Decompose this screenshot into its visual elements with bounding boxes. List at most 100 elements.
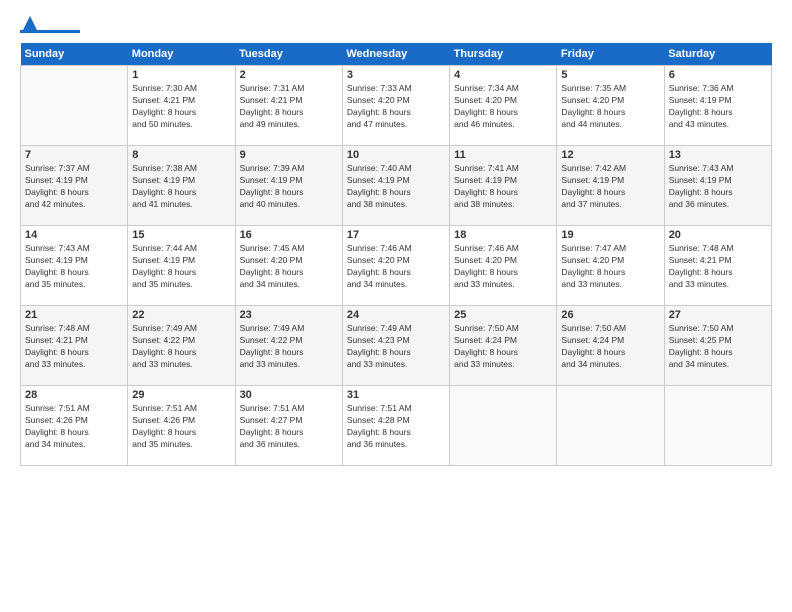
- logo: [20, 18, 80, 33]
- calendar-cell: [450, 386, 557, 466]
- day-info: Sunrise: 7:51 AM Sunset: 4:28 PM Dayligh…: [347, 403, 445, 451]
- day-number: 6: [669, 69, 767, 81]
- calendar-week-4: 21 Sunrise: 7:48 AM Sunset: 4:21 PM Dayli…: [21, 306, 772, 386]
- day-number: 27: [669, 309, 767, 321]
- calendar-header-row: SundayMondayTuesdayWednesdayThursdayFrid…: [21, 43, 772, 66]
- day-info: Sunrise: 7:48 AM Sunset: 4:21 PM Dayligh…: [25, 323, 123, 371]
- calendar-cell: 8 Sunrise: 7:38 AM Sunset: 4:19 PM Daylig…: [128, 146, 235, 226]
- weekday-header-sunday: Sunday: [21, 43, 128, 66]
- day-number: 3: [347, 69, 445, 81]
- day-info: Sunrise: 7:31 AM Sunset: 4:21 PM Dayligh…: [240, 83, 338, 131]
- day-info: Sunrise: 7:49 AM Sunset: 4:23 PM Dayligh…: [347, 323, 445, 371]
- day-number: 16: [240, 229, 338, 241]
- day-info: Sunrise: 7:50 AM Sunset: 4:24 PM Dayligh…: [561, 323, 659, 371]
- day-info: Sunrise: 7:51 AM Sunset: 4:26 PM Dayligh…: [132, 403, 230, 451]
- calendar-cell: 10 Sunrise: 7:40 AM Sunset: 4:19 PM Dayli…: [342, 146, 449, 226]
- day-number: 30: [240, 389, 338, 401]
- calendar-cell: 18Sunrise: 7:46 AM Sunset: 4:20 PM Dayli…: [450, 226, 557, 306]
- weekday-header-saturday: Saturday: [664, 43, 771, 66]
- day-info: Sunrise: 7:41 AM Sunset: 4:19 PM Dayligh…: [454, 163, 552, 211]
- day-info: Sunrise: 7:38 AM Sunset: 4:19 PM Dayligh…: [132, 163, 230, 211]
- calendar-cell: 28 Sunrise: 7:51 AM Sunset: 4:26 PM Dayli…: [21, 386, 128, 466]
- day-number: 29: [132, 389, 230, 401]
- calendar-cell: [664, 386, 771, 466]
- day-number: 19: [561, 229, 659, 241]
- day-info: Sunrise: 7:40 AM Sunset: 4:19 PM Dayligh…: [347, 163, 445, 211]
- calendar-cell: 24 Sunrise: 7:49 AM Sunset: 4:23 PM Dayli…: [342, 306, 449, 386]
- day-info: Sunrise: 7:50 AM Sunset: 4:25 PM Dayligh…: [669, 323, 767, 371]
- calendar-cell: 29 Sunrise: 7:51 AM Sunset: 4:26 PM Dayli…: [128, 386, 235, 466]
- calendar-cell: 16 Sunrise: 7:45 AM Sunset: 4:20 PM Dayli…: [235, 226, 342, 306]
- header: [20, 18, 772, 33]
- calendar-week-3: 14 Sunrise: 7:43 AM Sunset: 4:19 PM Dayli…: [21, 226, 772, 306]
- calendar-cell: 20Sunrise: 7:48 AM Sunset: 4:21 PM Dayli…: [664, 226, 771, 306]
- day-info: Sunrise: 7:39 AM Sunset: 4:19 PM Dayligh…: [240, 163, 338, 211]
- calendar-cell: 25Sunrise: 7:50 AM Sunset: 4:24 PM Dayli…: [450, 306, 557, 386]
- day-number: 8: [132, 149, 230, 161]
- day-number: 18: [454, 229, 552, 241]
- day-number: 21: [25, 309, 123, 321]
- day-number: 20: [669, 229, 767, 241]
- calendar-week-1: 1 Sunrise: 7:30 AM Sunset: 4:21 PM Daylig…: [21, 66, 772, 146]
- calendar-cell: [557, 386, 664, 466]
- day-info: Sunrise: 7:43 AM Sunset: 4:19 PM Dayligh…: [25, 243, 123, 291]
- calendar-cell: 21 Sunrise: 7:48 AM Sunset: 4:21 PM Dayli…: [21, 306, 128, 386]
- day-number: 28: [25, 389, 123, 401]
- day-info: Sunrise: 7:37 AM Sunset: 4:19 PM Dayligh…: [25, 163, 123, 211]
- day-number: 1: [132, 69, 230, 81]
- calendar-cell: 13Sunrise: 7:43 AM Sunset: 4:19 PM Dayli…: [664, 146, 771, 226]
- calendar-table: SundayMondayTuesdayWednesdayThursdayFrid…: [20, 43, 772, 466]
- calendar-cell: 22 Sunrise: 7:49 AM Sunset: 4:22 PM Dayli…: [128, 306, 235, 386]
- day-info: Sunrise: 7:30 AM Sunset: 4:21 PM Dayligh…: [132, 83, 230, 131]
- day-number: 24: [347, 309, 445, 321]
- logo-underline: [20, 30, 80, 33]
- page: SundayMondayTuesdayWednesdayThursdayFrid…: [0, 0, 792, 612]
- weekday-header-monday: Monday: [128, 43, 235, 66]
- calendar-cell: 14 Sunrise: 7:43 AM Sunset: 4:19 PM Dayli…: [21, 226, 128, 306]
- calendar-cell: 17Sunrise: 7:46 AM Sunset: 4:20 PM Dayli…: [342, 226, 449, 306]
- calendar-week-5: 28 Sunrise: 7:51 AM Sunset: 4:26 PM Dayli…: [21, 386, 772, 466]
- day-number: 22: [132, 309, 230, 321]
- calendar-cell: [21, 66, 128, 146]
- day-number: 10: [347, 149, 445, 161]
- day-info: Sunrise: 7:44 AM Sunset: 4:19 PM Dayligh…: [132, 243, 230, 291]
- calendar-week-2: 7Sunrise: 7:37 AM Sunset: 4:19 PM Daylig…: [21, 146, 772, 226]
- calendar-cell: 11 Sunrise: 7:41 AM Sunset: 4:19 PM Dayli…: [450, 146, 557, 226]
- day-info: Sunrise: 7:51 AM Sunset: 4:26 PM Dayligh…: [25, 403, 123, 451]
- day-number: 31: [347, 389, 445, 401]
- day-number: 25: [454, 309, 552, 321]
- day-info: Sunrise: 7:47 AM Sunset: 4:20 PM Dayligh…: [561, 243, 659, 291]
- day-info: Sunrise: 7:45 AM Sunset: 4:20 PM Dayligh…: [240, 243, 338, 291]
- day-info: Sunrise: 7:49 AM Sunset: 4:22 PM Dayligh…: [132, 323, 230, 371]
- day-info: Sunrise: 7:35 AM Sunset: 4:20 PM Dayligh…: [561, 83, 659, 131]
- calendar-cell: 6 Sunrise: 7:36 AM Sunset: 4:19 PM Daylig…: [664, 66, 771, 146]
- calendar-cell: 5 Sunrise: 7:35 AM Sunset: 4:20 PM Daylig…: [557, 66, 664, 146]
- calendar-cell: 15 Sunrise: 7:44 AM Sunset: 4:19 PM Dayli…: [128, 226, 235, 306]
- day-number: 23: [240, 309, 338, 321]
- calendar-cell: 30Sunrise: 7:51 AM Sunset: 4:27 PM Dayli…: [235, 386, 342, 466]
- day-number: 15: [132, 229, 230, 241]
- day-info: Sunrise: 7:46 AM Sunset: 4:20 PM Dayligh…: [347, 243, 445, 291]
- calendar-cell: 12Sunrise: 7:42 AM Sunset: 4:19 PM Dayli…: [557, 146, 664, 226]
- day-number: 14: [25, 229, 123, 241]
- calendar-cell: 27 Sunrise: 7:50 AM Sunset: 4:25 PM Dayli…: [664, 306, 771, 386]
- calendar-cell: 31 Sunrise: 7:51 AM Sunset: 4:28 PM Dayli…: [342, 386, 449, 466]
- day-number: 5: [561, 69, 659, 81]
- day-info: Sunrise: 7:36 AM Sunset: 4:19 PM Dayligh…: [669, 83, 767, 131]
- day-number: 11: [454, 149, 552, 161]
- calendar-cell: 9 Sunrise: 7:39 AM Sunset: 4:19 PM Daylig…: [235, 146, 342, 226]
- day-number: 9: [240, 149, 338, 161]
- calendar-cell: 4Sunrise: 7:34 AM Sunset: 4:20 PM Daylig…: [450, 66, 557, 146]
- calendar-cell: 3 Sunrise: 7:33 AM Sunset: 4:20 PM Daylig…: [342, 66, 449, 146]
- calendar-cell: 23 Sunrise: 7:49 AM Sunset: 4:22 PM Dayli…: [235, 306, 342, 386]
- day-info: Sunrise: 7:42 AM Sunset: 4:19 PM Dayligh…: [561, 163, 659, 211]
- calendar-cell: 1 Sunrise: 7:30 AM Sunset: 4:21 PM Daylig…: [128, 66, 235, 146]
- calendar-cell: 7Sunrise: 7:37 AM Sunset: 4:19 PM Daylig…: [21, 146, 128, 226]
- day-info: Sunrise: 7:43 AM Sunset: 4:19 PM Dayligh…: [669, 163, 767, 211]
- day-number: 26: [561, 309, 659, 321]
- day-info: Sunrise: 7:49 AM Sunset: 4:22 PM Dayligh…: [240, 323, 338, 371]
- calendar-cell: 19 Sunrise: 7:47 AM Sunset: 4:20 PM Dayli…: [557, 226, 664, 306]
- calendar-cell: 26 Sunrise: 7:50 AM Sunset: 4:24 PM Dayli…: [557, 306, 664, 386]
- day-info: Sunrise: 7:33 AM Sunset: 4:20 PM Dayligh…: [347, 83, 445, 131]
- day-info: Sunrise: 7:34 AM Sunset: 4:20 PM Dayligh…: [454, 83, 552, 131]
